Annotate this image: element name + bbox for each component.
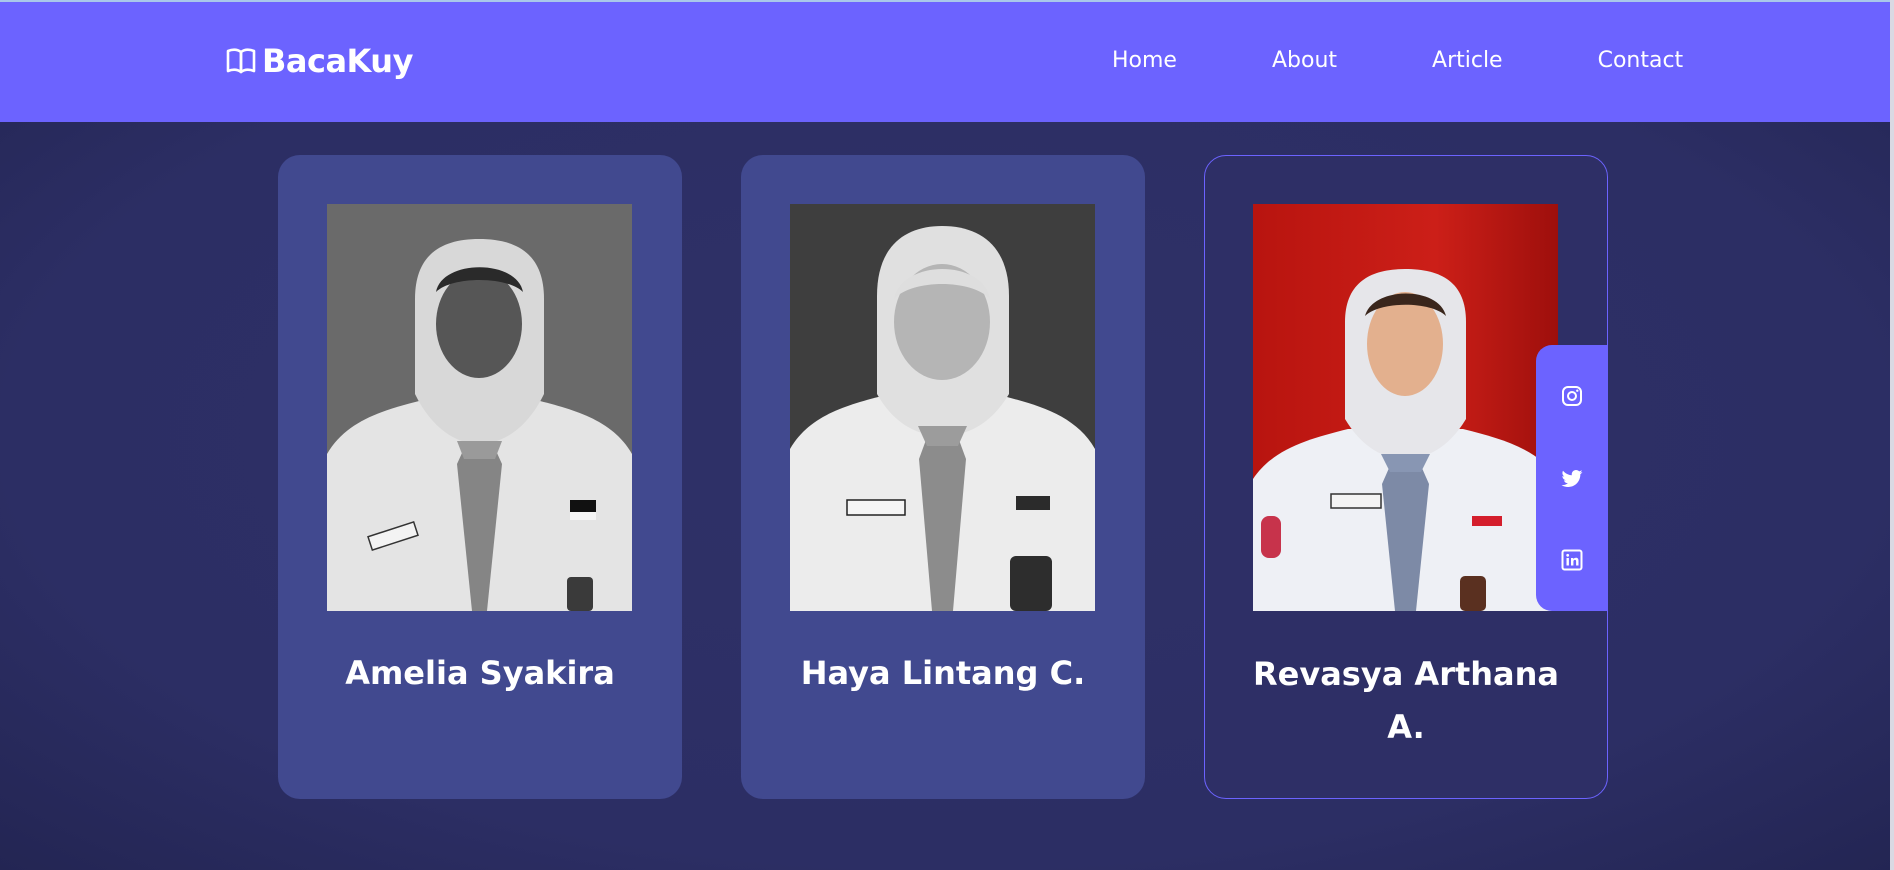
brand-logo[interactable]: BacaKuy	[226, 42, 413, 80]
instagram-icon[interactable]	[1560, 384, 1584, 408]
linkedin-icon[interactable]	[1560, 548, 1584, 572]
twitter-icon[interactable]	[1560, 466, 1584, 490]
nav-article[interactable]: Article	[1432, 48, 1503, 73]
member-photo	[327, 204, 632, 611]
navbar: BacaKuy Home About Article Contact	[0, 2, 1890, 122]
member-name: Haya Lintang C.	[800, 654, 1086, 692]
team-card-active[interactable]: Revasya Arthana A.	[1204, 155, 1608, 799]
nav-about[interactable]: About	[1272, 48, 1337, 73]
page: BacaKuy Home About Article Contact Ameli…	[0, 0, 1894, 870]
nav-home[interactable]: Home	[1112, 48, 1177, 73]
open-book-icon	[226, 48, 256, 74]
team-card[interactable]: Amelia Syakira	[278, 155, 682, 799]
main-nav: Home About Article Contact	[1112, 48, 1683, 73]
social-links	[1536, 345, 1608, 611]
brand-name: BacaKuy	[262, 42, 413, 80]
scrollbar[interactable]	[1890, 0, 1894, 870]
nav-contact[interactable]: Contact	[1598, 48, 1684, 73]
team-card[interactable]: Haya Lintang C.	[741, 155, 1145, 799]
member-photo	[1253, 204, 1558, 611]
member-name: Amelia Syakira	[345, 654, 615, 692]
member-photo	[790, 204, 1095, 611]
viewport: BacaKuy Home About Article Contact Ameli…	[0, 0, 1890, 870]
member-name: Revasya Arthana A.	[1252, 655, 1560, 746]
